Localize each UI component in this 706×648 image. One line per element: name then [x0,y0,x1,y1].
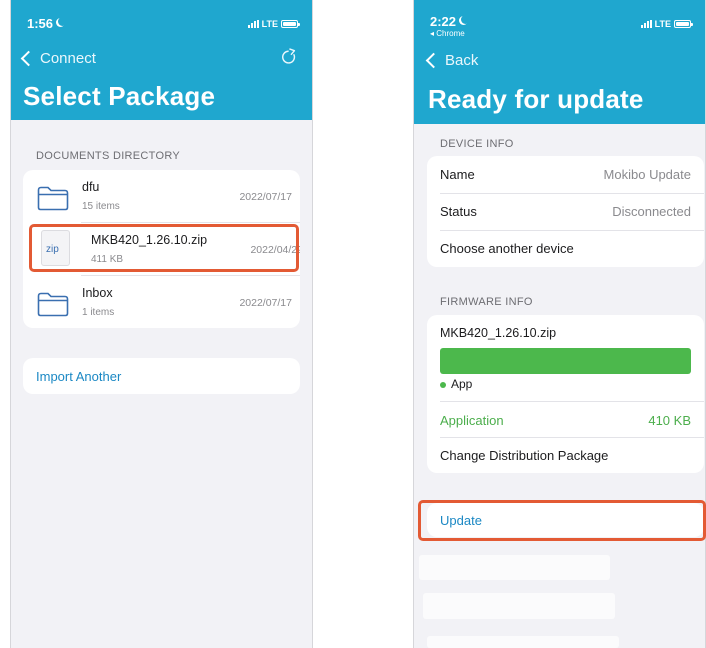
status-indicators: LTE [640,19,693,29]
faded-placeholder [419,555,610,580]
folder-icon [37,292,69,317]
file-row-inbox[interactable]: Inbox 1 items 2022/07/17 [23,276,300,328]
file-row-zip[interactable]: zip MKB420_1.26.10.zip 411 KB 2022/04/29 [23,223,300,275]
status-bar: 2:22 ◂ Chrome LTE [414,0,705,40]
faded-placeholder [423,593,615,619]
name-label: Name [440,167,475,182]
battery-icon [281,20,300,28]
upload-progress-bar [440,348,691,374]
file-row-dfu[interactable]: dfu 15 items 2022/07/17 [23,170,300,222]
zip-file-icon: zip [41,230,70,266]
back-label: Back [445,52,479,69]
file-meta: 15 items [82,201,120,212]
firmware-info-card: MKB420_1.26.10.zip App Application 410 K… [427,315,704,473]
application-row: Application 410 KB [427,402,704,439]
choose-another-device-button[interactable]: Choose another device [427,230,704,267]
refresh-icon[interactable] [280,48,298,66]
signal-icon [640,20,652,28]
header-bar: 2:22 ◂ Chrome LTE Back Ready for update [414,0,705,124]
file-meta: 411 KB [91,254,124,265]
back-to-app[interactable]: ◂ Chrome [430,29,465,38]
application-size: 410 KB [648,413,691,428]
progress-fill [440,348,691,374]
section-header-documents: DOCUMENTS DIRECTORY [36,150,181,162]
file-name: Inbox [82,286,113,300]
status-time: 2:22 [430,14,468,29]
file-list: dfu 15 items 2022/07/17 zip MKB420_1.26.… [23,170,300,328]
moon-icon [58,17,67,26]
status-bar: 1:56 LTE [11,0,312,40]
folder-icon [37,186,69,211]
progress-legend: App [440,377,472,391]
status-value: Disconnected [612,204,691,219]
device-name-row: Name Mokibo Update [427,156,704,193]
file-name: dfu [82,180,100,194]
import-another-button[interactable]: Import Another [23,358,300,394]
network-label: LTE [654,19,671,29]
status-time: 1:56 [27,16,65,31]
application-label: Application [440,413,504,428]
zip-badge: zip [46,244,59,255]
name-value: Mokibo Update [603,167,691,182]
file-name: MKB420_1.26.10.zip [91,233,208,247]
import-another-label: Import Another [36,369,122,384]
device-status-row: Status Disconnected [427,193,704,230]
back-label: Connect [40,50,96,67]
page-title: Ready for update [428,84,644,114]
chevron-left-icon [20,50,37,67]
battery-icon [674,20,693,28]
status-indicators: LTE [247,19,300,29]
firmware-file-name: MKB420_1.26.10.zip [440,326,557,340]
file-date: 2022/04/29 [250,244,300,256]
moon-icon [461,15,470,24]
file-meta: 1 items [82,307,115,318]
network-label: LTE [261,19,278,29]
ready-for-update-screen: 2:22 ◂ Chrome LTE Back Ready for update … [413,0,706,648]
file-date: 2022/07/17 [239,297,292,309]
page-title: Select Package [23,81,216,111]
status-label: Status [440,204,477,219]
signal-icon [247,20,259,28]
faded-placeholder [427,636,619,648]
back-button[interactable]: Back [422,52,478,69]
section-header-device: DEVICE INFO [440,138,514,150]
header-bar: 1:56 LTE Connect Select Package [11,0,312,120]
select-package-screen: 1:56 LTE Connect Select Package DOCUMENT… [10,0,313,648]
section-header-firmware: FIRMWARE INFO [440,296,533,308]
legend-dot [440,381,446,388]
choose-device-label: Choose another device [440,241,574,256]
back-button[interactable]: Connect [17,50,96,67]
change-package-label: Change Distribution Package [440,448,609,463]
chevron-left-icon [425,52,442,69]
file-date: 2022/07/17 [239,191,292,203]
change-distribution-package-button[interactable]: Change Distribution Package [427,437,704,473]
update-button[interactable]: Update [427,503,704,537]
device-info-card: Name Mokibo Update Status Disconnected C… [427,156,704,267]
update-label: Update [440,513,482,528]
